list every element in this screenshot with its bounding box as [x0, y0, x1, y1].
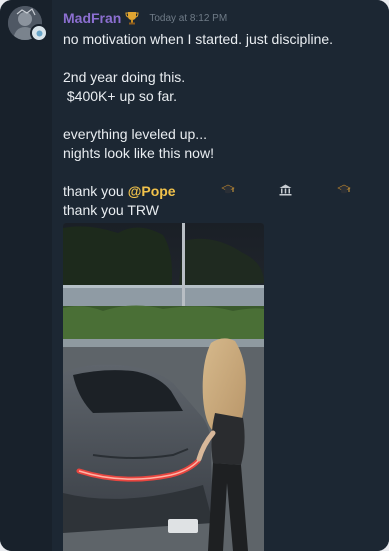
- graduation-cap-icon: [182, 163, 235, 220]
- attached-photo[interactable]: [63, 223, 264, 551]
- chat-window: MadFran Today at 8:12 PM no motivation w…: [0, 0, 389, 551]
- thanks-trw: thank you TRW: [63, 202, 159, 218]
- bank-icon: [241, 163, 293, 220]
- message-line: everything leveled up...: [63, 126, 207, 142]
- message-line: 2nd year doing this.: [63, 69, 186, 85]
- thanks-prefix: thank you: [63, 183, 124, 199]
- trophy-icon: [125, 11, 139, 25]
- role-badge-icon: [30, 24, 48, 42]
- message-line: nights look like this now!: [63, 145, 214, 161]
- lightning-icon: [357, 163, 389, 220]
- message-body: no motivation when I started. just disci…: [63, 30, 381, 236]
- message-header: MadFran Today at 8:12 PM: [63, 9, 227, 27]
- thanks-line: thank you @Pope: [63, 182, 381, 201]
- mention-pope[interactable]: @Pope: [128, 182, 176, 201]
- message-line: no motivation when I started. just disci…: [63, 31, 334, 47]
- graduation-cap-icon: [298, 163, 351, 220]
- message-line: [63, 106, 381, 125]
- white-heart-icon: [163, 204, 209, 236]
- username[interactable]: MadFran: [63, 10, 121, 26]
- avatar-rail: [0, 0, 52, 551]
- message-line: [63, 49, 381, 68]
- message-timestamp: Today at 8:12 PM: [149, 12, 228, 24]
- message-line: $400K+ up so far.: [63, 88, 178, 104]
- emoji-group: [182, 163, 389, 220]
